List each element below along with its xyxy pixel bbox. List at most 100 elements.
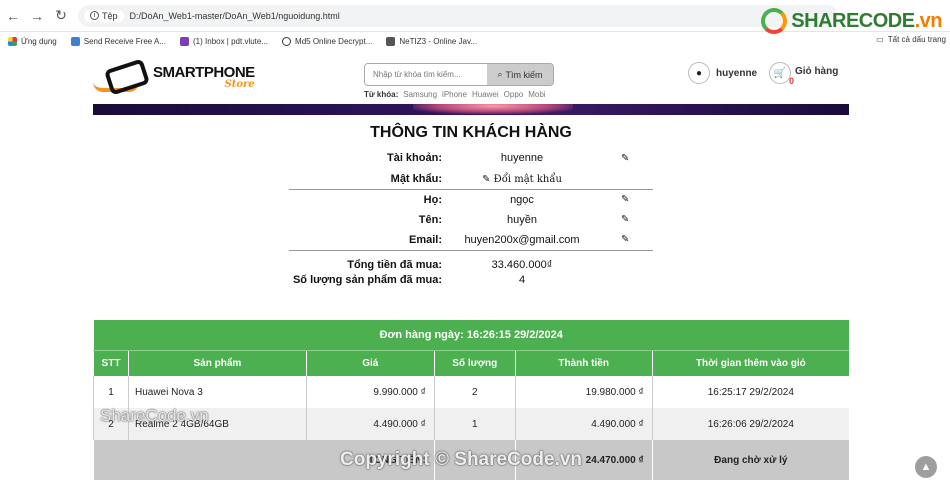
bookmark-favicon [386,36,396,46]
order-title: Đơn hàng ngày: 16:26:15 29/2/2024 [93,320,849,350]
cart-button[interactable]: 🛒 0 Giỏ hàng [769,62,839,86]
column-header: Giá [305,349,435,376]
divider [289,250,653,251]
user-name: huyenne [716,67,758,79]
scroll-to-top-button[interactable]: ▲ [915,456,937,478]
firstname-row: Tên: huyền [289,214,602,226]
bookmark-label: Ứng dụng [21,36,57,46]
product-count-value: 4 [518,274,526,286]
email-row: Email: huyen200x@gmail.com [289,234,602,246]
user-icon: ● [688,62,710,84]
order-status: Đang chờ xử lý [651,440,849,480]
total-spent-value: 33.460.000₫ [491,259,553,271]
cell-qty: 2 [433,376,516,408]
cart-icon: 🛒 [769,62,791,84]
change-password-label: Đổi mật khẩu [493,173,562,185]
product-count-row: Số lượng sản phẩm đã mua: 4 [289,274,602,286]
forward-icon[interactable]: → [26,5,48,27]
site-header: SMARTPHONE Store ⌕ Tìm kiếm Từ khóa: Sam… [93,58,849,104]
back-icon[interactable]: ← [2,5,24,27]
promo-banner[interactable] [93,104,849,115]
column-header: Thành tiền [514,349,653,376]
reload-icon[interactable]: ↻ [50,5,72,27]
search-area: ⌕ Tìm kiếm Từ khóa: Samsung iPhone Huawe… [364,63,554,99]
bookmark-favicon [282,36,292,46]
bookmark-md5[interactable]: Md5 Online Decrypt... [282,36,373,46]
bookmark-send-receive[interactable]: Send Receive Free A... [70,36,167,46]
account-value: huyenne [500,152,544,164]
search-icon: ⌕ [497,69,503,79]
search-form: ⌕ Tìm kiếm [364,63,554,86]
bookmarks-bar: Ứng dụng Send Receive Free A... (1) Inbo… [0,32,950,50]
info-icon: i [90,11,99,20]
bookmark-apps[interactable]: Ứng dụng [8,36,57,46]
sharecode-logo-suffix: .vn [914,9,943,32]
product-count-label: Số lượng sản phẩm đã mua: [292,274,442,286]
all-bookmarks-label: Tất cả dấu trang [887,35,946,44]
bookmark-netiz3[interactable]: NeTIZ3 - Online Jav... [386,36,477,46]
total-spent-label: Tổng tiền đã mua: [347,259,442,271]
arrow-up-icon: ▲ [920,461,932,473]
cell-product[interactable]: Huawei Nova 3 [127,376,307,408]
column-header: Số lượng [433,349,516,376]
firstname-label: Tên: [418,214,442,226]
column-header: Thời gian thêm vào giỏ [651,349,849,376]
site-info-chip[interactable]: i Tệp [84,9,124,22]
search-button-label: Tìm kiếm [505,69,543,80]
page-title: THÔNG TIN KHÁCH HÀNG [370,124,572,141]
user-account-button[interactable]: ● huyenne [688,62,757,84]
search-button[interactable]: ⌕ Tìm kiếm [487,64,553,85]
cell-subtotal: 4.490.000 ₫ [514,408,653,440]
bookmark-inbox[interactable]: (1) Inbox | pdt.vlute... [180,36,269,46]
account-row: Tài khoản: huyenne [289,152,602,164]
cart-label: Giỏ hàng [795,66,839,77]
folder-icon: ▭ [876,35,884,44]
cell-subtotal: 19.980.000 ₫ [514,376,653,408]
edit-firstname-icon[interactable]: ✎ [621,214,629,225]
edit-email-icon[interactable]: ✎ [621,234,629,245]
divider [289,189,653,190]
address-bar[interactable]: i Tệp D:/DoAn_Web1-master/DoAn_Web1/nguo… [78,4,838,27]
bookmark-label: (1) Inbox | pdt.vlute... [193,36,269,46]
keyword-link[interactable]: Samsung [403,90,437,99]
apps-grid-icon [8,36,17,46]
keyword-link[interactable]: Huawei [472,90,499,99]
change-password-link[interactable]: ✎ Đổi mật khẩu [442,174,602,185]
edit-lastname-icon[interactable]: ✎ [621,194,629,205]
site-logo[interactable]: SMARTPHONE Store [93,58,255,96]
logo-title: SMARTPHONE [153,63,255,81]
column-header: Sản phẩm [127,349,307,376]
keywords-list: Từ khóa: Samsung iPhone Huawei Oppo Mobi [364,90,554,99]
password-row: Mật khẩu: ✎ Đổi mật khẩu [289,173,602,185]
keyword-link[interactable]: Mobi [528,90,545,99]
watermark-bottom: Copyright © ShareCode.vn [340,449,583,470]
all-bookmarks[interactable]: ▭ Tất cả dấu trang [876,35,946,44]
account-label: Tài khoản: [386,152,442,164]
cell-added-time: 16:26:06 29/2/2024 [651,408,849,440]
email-value: huyen200x@gmail.com [464,234,580,246]
lastname-label: Họ: [423,194,442,206]
keywords-label: Từ khóa: [364,90,399,99]
edit-account-icon[interactable]: ✎ [621,153,629,164]
cart-count: 0 [789,76,795,86]
bookmark-label: Send Receive Free A... [83,36,167,46]
file-chip-label: Tệp [102,10,118,21]
bookmark-label: Md5 Online Decrypt... [295,36,373,46]
pencil-icon: ✎ [482,173,491,185]
cell-price: 9.990.000 ₫ [305,376,435,408]
cell-added-time: 16:25:17 29/2/2024 [651,376,849,408]
url-text: D:/DoAn_Web1-master/DoAn_Web1/nguoidung.… [129,10,340,21]
column-header: STT [93,349,129,376]
lastname-row: Họ: ngọc [289,194,602,206]
phone-logo-icon [93,58,151,96]
search-input[interactable] [365,64,487,85]
lastname-value: ngọc [510,194,534,206]
cell-stt: 1 [93,376,129,408]
watermark-top: ShareCode.vn [100,406,209,425]
sharecode-logo-icon [761,8,788,34]
password-label: Mật khẩu: [390,173,442,185]
total-spent-row: Tổng tiền đã mua: 33.460.000₫ [289,259,602,271]
keyword-link[interactable]: iPhone [442,90,467,99]
cell-qty: 1 [433,408,516,440]
keyword-link[interactable]: Oppo [504,90,524,99]
